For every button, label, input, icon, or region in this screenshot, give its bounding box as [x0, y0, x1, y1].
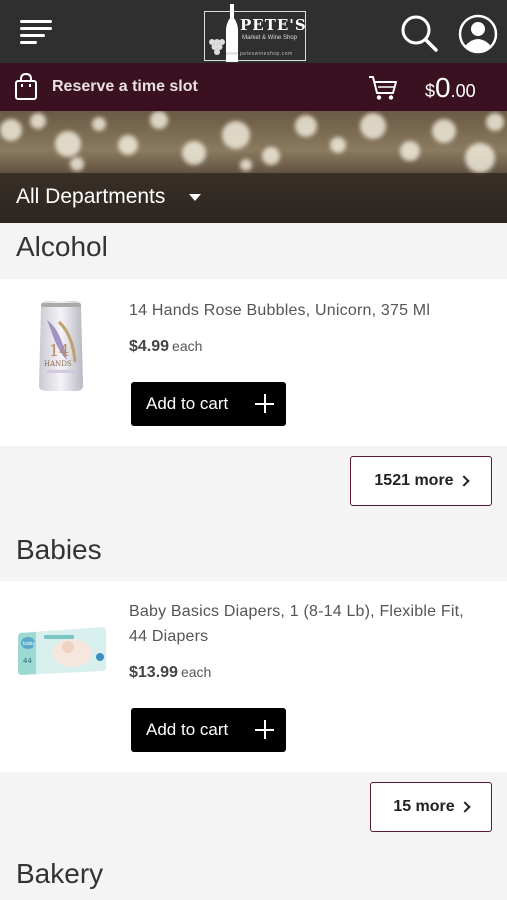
- product-price: $13.99 each: [129, 664, 212, 681]
- plus-icon: [255, 394, 274, 413]
- logo-tagline: Market & Wine Shop: [242, 35, 298, 41]
- section-title-babies: Babies: [16, 534, 102, 565]
- reserve-time-slot-link[interactable]: Reserve a time slot: [14, 73, 198, 101]
- logo-url: www.peteswineshop.com: [226, 51, 293, 57]
- product-card[interactable]: 14 HANDS 14 Hands Rose Bubbles, Unicorn,…: [0, 279, 507, 446]
- chevron-right-icon: [459, 801, 471, 813]
- search-icon[interactable]: [399, 14, 439, 54]
- hero-banner: All Departments: [0, 111, 507, 223]
- account-icon[interactable]: [458, 14, 498, 54]
- chevron-down-icon: [189, 193, 202, 201]
- department-selected: All Departments: [16, 185, 166, 208]
- product-image-can[interactable]: 14 HANDS: [37, 300, 85, 392]
- product-card[interactable]: baby 44 Baby Basics Diapers, 1 (8-14 Lb)…: [0, 581, 507, 772]
- logo-name: PETE'S: [240, 16, 307, 34]
- top-bar: PETE'S Market & Wine Shop www.peteswines…: [0, 0, 507, 63]
- chevron-right-icon: [457, 475, 470, 487]
- shopping-bag-icon: [15, 73, 37, 100]
- add-to-cart-button[interactable]: Add to cart: [131, 708, 286, 752]
- svg-text:HANDS: HANDS: [44, 360, 72, 368]
- reserve-label: Reserve a time slot: [52, 78, 198, 95]
- store-logo[interactable]: PETE'S Market & Wine Shop www.peteswines…: [204, 4, 307, 62]
- svg-text:44: 44: [23, 657, 32, 665]
- section-title-alcohol: Alcohol: [16, 231, 108, 262]
- more-babies-button[interactable]: 15 more: [370, 782, 492, 832]
- plus-icon: [255, 720, 274, 739]
- cart-total[interactable]: $0.00: [425, 72, 476, 104]
- cart-icon[interactable]: [368, 75, 398, 101]
- reserve-bar: Reserve a time slot $0.00: [0, 63, 507, 111]
- product-image-diapers[interactable]: baby 44: [16, 625, 108, 677]
- product-name[interactable]: 14 Hands Rose Bubbles, Unicorn, 375 Ml: [129, 299, 469, 324]
- section-title-bakery: Bakery: [16, 858, 104, 889]
- more-alcohol-button[interactable]: 1521 more: [350, 456, 492, 506]
- menu-icon[interactable]: [20, 16, 54, 44]
- svg-text:14: 14: [49, 341, 69, 360]
- product-price: $4.99 each: [129, 338, 203, 355]
- svg-text:baby: baby: [23, 641, 35, 647]
- department-dropdown[interactable]: All Departments: [16, 185, 202, 209]
- grapes-icon: [209, 39, 225, 55]
- department-bar: All Departments: [0, 173, 507, 223]
- add-to-cart-button[interactable]: Add to cart: [131, 382, 286, 426]
- product-name[interactable]: Baby Basics Diapers, 1 (8-14 Lb), Flexib…: [129, 600, 469, 649]
